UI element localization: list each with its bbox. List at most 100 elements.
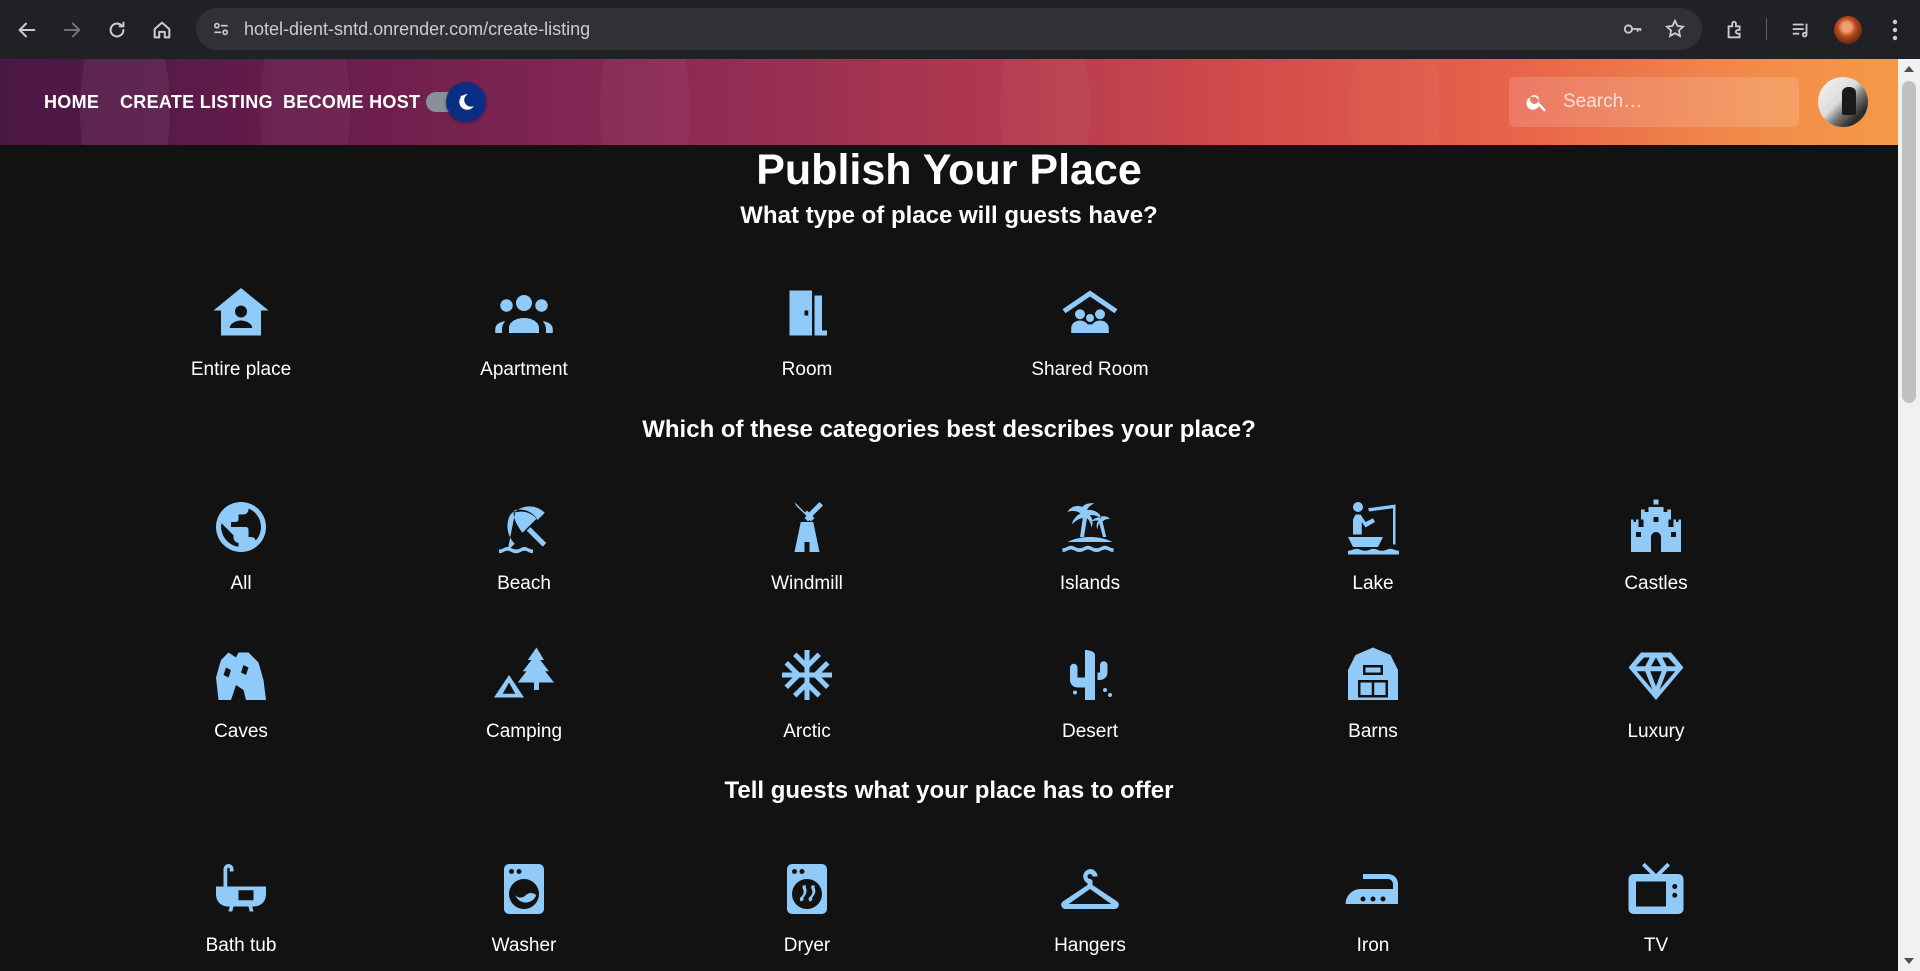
search-input[interactable] — [1563, 91, 1783, 113]
scrollbar-thumb[interactable] — [1902, 81, 1916, 403]
password-key-icon[interactable] — [1616, 12, 1650, 46]
category-islands[interactable]: Islands — [990, 483, 1190, 609]
place-type-label: Apartment — [480, 359, 568, 380]
umbrella-beach-icon — [492, 495, 556, 559]
category-beach[interactable]: Beach — [424, 483, 624, 609]
diamond-icon — [1624, 643, 1688, 707]
amenity-label: TV — [1643, 935, 1669, 956]
category-label: Camping — [485, 721, 563, 742]
shared-roof-icon — [1058, 281, 1122, 345]
washer-icon — [492, 857, 556, 921]
category-label: Lake — [1352, 573, 1394, 594]
category-label: Islands — [1059, 573, 1121, 594]
place-type-label: Room — [781, 359, 833, 380]
tv-icon — [1624, 857, 1688, 921]
windmill-icon — [775, 495, 839, 559]
amenity-tv[interactable]: TV — [1556, 845, 1756, 971]
moon-icon — [459, 94, 474, 110]
place-type-apartment[interactable]: Apartment — [424, 269, 624, 395]
forward-icon[interactable] — [50, 0, 94, 59]
extensions-icon[interactable] — [1724, 0, 1746, 59]
address-bar[interactable]: hotel-dient-sntd.onrender.com/create-lis… — [196, 8, 1702, 50]
toggle-thumb — [446, 82, 486, 122]
home-icon[interactable] — [140, 0, 184, 59]
category-luxury[interactable]: Luxury — [1556, 631, 1756, 757]
door-icon — [775, 281, 839, 345]
category-all[interactable]: All — [141, 483, 341, 609]
category-castles[interactable]: Castles — [1556, 483, 1756, 609]
amenity-label: Iron — [1356, 935, 1390, 956]
amenity-label: Hangers — [1054, 935, 1126, 956]
palm-island-icon — [1058, 495, 1122, 559]
user-avatar[interactable] — [1818, 77, 1868, 127]
nav-home[interactable]: HOME — [44, 59, 99, 145]
place-type-label: Entire place — [190, 359, 292, 380]
scroll-down-arrow[interactable] — [1904, 958, 1914, 964]
create-listing-page: Publish Your Place What type of place wi… — [0, 145, 1898, 971]
amenity-dryer[interactable]: Dryer — [707, 845, 907, 971]
category-label: Arctic — [783, 721, 831, 742]
browser-toolbar: hotel-dient-sntd.onrender.com/create-lis… — [0, 0, 1920, 59]
category-caves[interactable]: Caves — [141, 631, 341, 757]
house-person-icon — [209, 281, 273, 345]
cactus-icon — [1058, 643, 1122, 707]
browser-menu-icon[interactable] — [1880, 0, 1910, 59]
app-header: HOME CREATE LISTING BECOME HOST — [0, 59, 1898, 145]
category-label: Windmill — [771, 573, 843, 594]
page-scrollbar[interactable] — [1898, 59, 1920, 971]
bookmark-star-icon[interactable] — [1658, 12, 1692, 46]
toolbar-divider — [1766, 18, 1767, 40]
bathtub-icon — [209, 857, 273, 921]
reload-icon[interactable] — [95, 0, 139, 59]
header-decoration — [1350, 59, 1440, 145]
scroll-up-arrow[interactable] — [1904, 66, 1914, 72]
categories-heading: Which of these categories best describes… — [642, 416, 1256, 443]
amenities-heading: Tell guests what your place has to offer — [724, 777, 1174, 804]
category-lake[interactable]: Lake — [1273, 483, 1473, 609]
place-type-shared-room[interactable]: Shared Room — [990, 269, 1190, 395]
place-type-heading: What type of place will guests have? — [740, 202, 1158, 229]
iron-icon — [1341, 857, 1405, 921]
category-label: Castles — [1624, 573, 1688, 594]
site-settings-icon[interactable] — [200, 8, 242, 50]
cave-icon — [209, 643, 273, 707]
castle-icon — [1624, 495, 1688, 559]
fishing-boat-icon — [1341, 495, 1405, 559]
amenity-iron[interactable]: Iron — [1273, 845, 1473, 971]
media-controls-icon[interactable] — [1790, 0, 1812, 59]
amenity-washer[interactable]: Washer — [424, 845, 624, 971]
category-label: Luxury — [1627, 721, 1685, 742]
nav-create-listing[interactable]: CREATE LISTING — [120, 59, 273, 145]
amenity-bath-tub[interactable]: Bath tub — [141, 845, 341, 971]
category-label: Caves — [214, 721, 268, 742]
snowflake-icon — [775, 643, 839, 707]
search-box[interactable] — [1509, 77, 1799, 127]
category-camping[interactable]: Camping — [424, 631, 624, 757]
barn-icon — [1341, 643, 1405, 707]
group-icon — [492, 281, 556, 345]
back-icon[interactable] — [5, 0, 49, 59]
category-arctic[interactable]: Arctic — [707, 631, 907, 757]
globe-icon — [209, 495, 273, 559]
browser-profile-avatar[interactable] — [1834, 16, 1862, 44]
amenity-hangers[interactable]: Hangers — [990, 845, 1190, 971]
hanger-icon — [1058, 857, 1122, 921]
category-windmill[interactable]: Windmill — [707, 483, 907, 609]
header-decoration — [1000, 59, 1090, 145]
category-label: Barns — [1348, 721, 1398, 742]
amenity-label: Washer — [491, 935, 557, 956]
place-type-room[interactable]: Room — [707, 269, 907, 395]
amenity-label: Bath tub — [205, 935, 277, 956]
category-desert[interactable]: Desert — [990, 631, 1190, 757]
page-title: Publish Your Place — [756, 146, 1142, 194]
dryer-icon — [775, 857, 839, 921]
place-type-entire-place[interactable]: Entire place — [141, 269, 341, 395]
theme-toggle[interactable] — [426, 82, 486, 122]
url-text: hotel-dient-sntd.onrender.com/create-lis… — [244, 18, 591, 39]
category-barns[interactable]: Barns — [1273, 631, 1473, 757]
category-label: Beach — [497, 573, 551, 594]
category-label: All — [230, 573, 252, 594]
nav-become-host[interactable]: BECOME HOST — [283, 59, 420, 145]
header-decoration — [600, 59, 690, 145]
search-icon — [1515, 77, 1559, 127]
